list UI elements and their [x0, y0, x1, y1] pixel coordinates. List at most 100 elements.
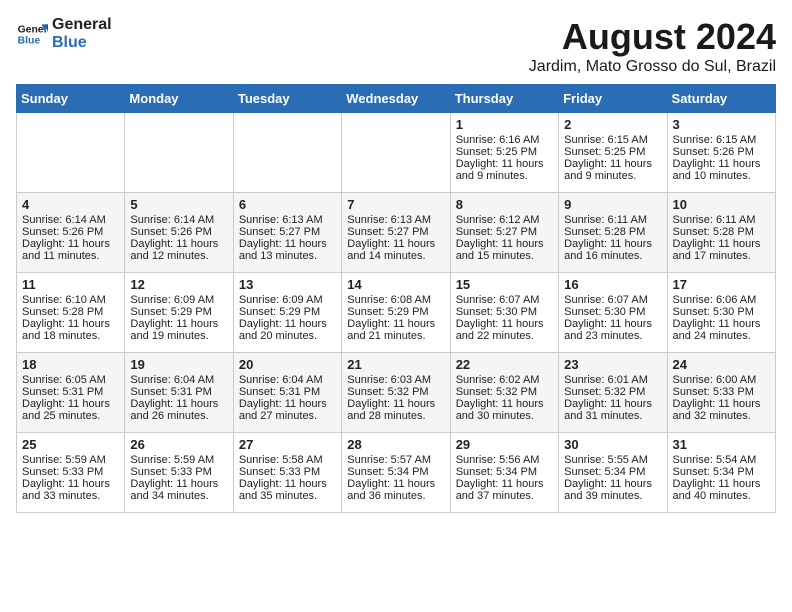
cell-info: and 24 minutes.: [673, 330, 770, 342]
cell-info: Daylight: 11 hours: [347, 398, 444, 410]
cell-info: and 22 minutes.: [456, 330, 553, 342]
cell-info: and 27 minutes.: [239, 410, 336, 422]
cell-info: and 25 minutes.: [22, 410, 119, 422]
cell-info: Sunrise: 6:10 AM: [22, 294, 119, 306]
calendar-body: 1Sunrise: 6:16 AMSunset: 5:25 PMDaylight…: [17, 113, 776, 513]
cell-info: Sunset: 5:29 PM: [130, 306, 227, 318]
cell-info: Daylight: 11 hours: [22, 238, 119, 250]
cell-info: Sunrise: 6:11 AM: [564, 214, 661, 226]
cell-info: Daylight: 11 hours: [564, 238, 661, 250]
calendar-cell: 25Sunrise: 5:59 AMSunset: 5:33 PMDayligh…: [17, 433, 125, 513]
cell-info: and 14 minutes.: [347, 250, 444, 262]
cell-info: and 12 minutes.: [130, 250, 227, 262]
cell-info: Sunset: 5:34 PM: [564, 466, 661, 478]
cell-info: Daylight: 11 hours: [564, 158, 661, 170]
calendar-cell: 3Sunrise: 6:15 AMSunset: 5:26 PMDaylight…: [667, 113, 775, 193]
cell-info: and 10 minutes.: [673, 170, 770, 182]
calendar-cell: 22Sunrise: 6:02 AMSunset: 5:32 PMDayligh…: [450, 353, 558, 433]
cell-info: Daylight: 11 hours: [564, 318, 661, 330]
cell-info: and 31 minutes.: [564, 410, 661, 422]
cell-info: Sunrise: 6:05 AM: [22, 374, 119, 386]
calendar-cell: 26Sunrise: 5:59 AMSunset: 5:33 PMDayligh…: [125, 433, 233, 513]
week-row-3: 11Sunrise: 6:10 AMSunset: 5:28 PMDayligh…: [17, 273, 776, 353]
calendar-cell: 8Sunrise: 6:12 AMSunset: 5:27 PMDaylight…: [450, 193, 558, 273]
day-number: 12: [130, 277, 227, 292]
calendar-cell: 21Sunrise: 6:03 AMSunset: 5:32 PMDayligh…: [342, 353, 450, 433]
calendar-cell: 18Sunrise: 6:05 AMSunset: 5:31 PMDayligh…: [17, 353, 125, 433]
cell-info: Sunrise: 5:58 AM: [239, 454, 336, 466]
cell-info: and 39 minutes.: [564, 490, 661, 502]
cell-info: Daylight: 11 hours: [130, 398, 227, 410]
cell-info: Sunrise: 6:09 AM: [130, 294, 227, 306]
day-number: 2: [564, 117, 661, 132]
logo-blue: Blue: [52, 34, 112, 52]
cell-info: Sunrise: 6:07 AM: [564, 294, 661, 306]
cell-info: Daylight: 11 hours: [239, 398, 336, 410]
day-number: 26: [130, 437, 227, 452]
cell-info: Daylight: 11 hours: [239, 478, 336, 490]
week-row-2: 4Sunrise: 6:14 AMSunset: 5:26 PMDaylight…: [17, 193, 776, 273]
logo-icon: General Blue: [16, 18, 48, 50]
calendar-cell: 19Sunrise: 6:04 AMSunset: 5:31 PMDayligh…: [125, 353, 233, 433]
day-number: 1: [456, 117, 553, 132]
cell-info: Sunrise: 5:55 AM: [564, 454, 661, 466]
cell-info: Daylight: 11 hours: [456, 238, 553, 250]
cell-info: Daylight: 11 hours: [347, 238, 444, 250]
cell-info: Daylight: 11 hours: [22, 478, 119, 490]
calendar-header: SundayMondayTuesdayWednesdayThursdayFrid…: [17, 85, 776, 113]
day-number: 21: [347, 357, 444, 372]
cell-info: and 40 minutes.: [673, 490, 770, 502]
calendar-cell: 1Sunrise: 6:16 AMSunset: 5:25 PMDaylight…: [450, 113, 558, 193]
cell-info: Sunset: 5:33 PM: [130, 466, 227, 478]
cell-info: and 11 minutes.: [22, 250, 119, 262]
calendar-cell: 28Sunrise: 5:57 AMSunset: 5:34 PMDayligh…: [342, 433, 450, 513]
calendar-cell: 6Sunrise: 6:13 AMSunset: 5:27 PMDaylight…: [233, 193, 341, 273]
cell-info: Sunset: 5:32 PM: [347, 386, 444, 398]
cell-info: Sunset: 5:30 PM: [564, 306, 661, 318]
cell-info: Daylight: 11 hours: [673, 158, 770, 170]
calendar-cell: 9Sunrise: 6:11 AMSunset: 5:28 PMDaylight…: [559, 193, 667, 273]
cell-info: Sunset: 5:34 PM: [673, 466, 770, 478]
header-row: SundayMondayTuesdayWednesdayThursdayFrid…: [17, 85, 776, 113]
cell-info: Sunset: 5:26 PM: [130, 226, 227, 238]
header-cell-wednesday: Wednesday: [342, 85, 450, 113]
day-number: 22: [456, 357, 553, 372]
cell-info: Sunset: 5:31 PM: [130, 386, 227, 398]
calendar-cell: 2Sunrise: 6:15 AMSunset: 5:25 PMDaylight…: [559, 113, 667, 193]
cell-info: Sunset: 5:33 PM: [22, 466, 119, 478]
cell-info: Sunrise: 6:13 AM: [347, 214, 444, 226]
day-number: 30: [564, 437, 661, 452]
cell-info: and 16 minutes.: [564, 250, 661, 262]
cell-info: and 30 minutes.: [456, 410, 553, 422]
day-number: 20: [239, 357, 336, 372]
calendar-cell: 11Sunrise: 6:10 AMSunset: 5:28 PMDayligh…: [17, 273, 125, 353]
day-number: 11: [22, 277, 119, 292]
day-number: 16: [564, 277, 661, 292]
header-cell-monday: Monday: [125, 85, 233, 113]
calendar-cell: [342, 113, 450, 193]
cell-info: Sunrise: 6:04 AM: [130, 374, 227, 386]
day-number: 23: [564, 357, 661, 372]
cell-info: Sunrise: 5:54 AM: [673, 454, 770, 466]
day-number: 31: [673, 437, 770, 452]
calendar-cell: 24Sunrise: 6:00 AMSunset: 5:33 PMDayligh…: [667, 353, 775, 433]
calendar-cell: 16 Sunrise: 6:07 AMSunset: 5:30 PMDayligh…: [559, 273, 667, 353]
cell-info: and 9 minutes.: [564, 170, 661, 182]
day-number: 27: [239, 437, 336, 452]
day-number: 25: [22, 437, 119, 452]
cell-info: Sunrise: 6:14 AM: [22, 214, 119, 226]
cell-info: Daylight: 11 hours: [239, 238, 336, 250]
cell-info: and 28 minutes.: [347, 410, 444, 422]
week-row-4: 18Sunrise: 6:05 AMSunset: 5:31 PMDayligh…: [17, 353, 776, 433]
cell-info: Sunset: 5:25 PM: [456, 146, 553, 158]
cell-info: Sunrise: 6:01 AM: [564, 374, 661, 386]
cell-info: and 15 minutes.: [456, 250, 553, 262]
cell-info: Daylight: 11 hours: [564, 478, 661, 490]
header-cell-friday: Friday: [559, 85, 667, 113]
cell-info: Daylight: 11 hours: [564, 398, 661, 410]
cell-info: and 13 minutes.: [239, 250, 336, 262]
cell-info: Daylight: 11 hours: [456, 478, 553, 490]
cell-info: Sunrise: 6:14 AM: [130, 214, 227, 226]
cell-info: and 36 minutes.: [347, 490, 444, 502]
main-title: August 2024: [529, 16, 776, 58]
